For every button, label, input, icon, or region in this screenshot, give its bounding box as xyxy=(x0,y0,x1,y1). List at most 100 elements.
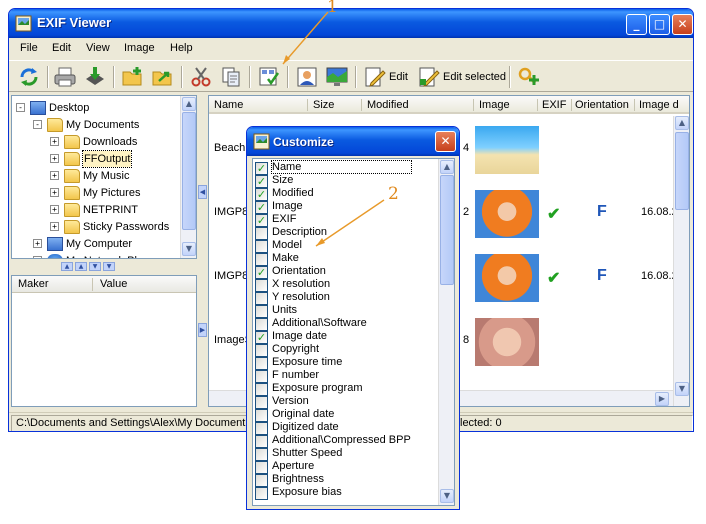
close-button[interactable]: ✕ xyxy=(672,14,693,35)
menu-edit[interactable]: Edit xyxy=(52,42,71,54)
checkbox-unchecked[interactable] xyxy=(255,370,268,383)
checkbox-unchecked[interactable] xyxy=(255,474,268,487)
tree-scrollbar[interactable]: ▲ ▼ xyxy=(180,96,196,258)
customize-columns-icon[interactable] xyxy=(257,65,281,89)
tree-item-downloads[interactable]: + Downloads xyxy=(12,134,178,150)
checkbox-unchecked[interactable] xyxy=(255,396,268,409)
col-orientation[interactable]: Orientation xyxy=(575,99,629,111)
checkbox-unchecked[interactable] xyxy=(255,240,268,253)
checkbox-checked[interactable]: ✓ xyxy=(255,162,268,175)
checkbox-checked[interactable]: ✓ xyxy=(255,188,268,201)
checkbox-unchecked[interactable] xyxy=(255,305,268,318)
expand-icon[interactable]: + xyxy=(33,256,42,258)
checklist-scroll-down-icon[interactable]: ▼ xyxy=(440,489,454,503)
tree-item-my-network-places[interactable]: + My Network Places xyxy=(12,253,178,258)
checkbox-checked[interactable]: ✓ xyxy=(255,266,268,279)
checkbox-unchecked[interactable] xyxy=(255,383,268,396)
checkbox-checked[interactable]: ✓ xyxy=(255,331,268,344)
col-size[interactable]: Size xyxy=(313,99,334,111)
col-maker[interactable]: Maker xyxy=(18,278,49,290)
menu-image[interactable]: Image xyxy=(124,42,155,54)
scroll-thumb[interactable] xyxy=(182,112,196,230)
maximize-button[interactable]: □ xyxy=(649,14,670,35)
find-icon[interactable] xyxy=(517,65,541,89)
col-image-date[interactable]: Image d xyxy=(639,99,679,111)
checkbox-checked[interactable]: ✓ xyxy=(255,214,268,227)
checkbox-unchecked[interactable] xyxy=(255,448,268,461)
thumbnail-image[interactable] xyxy=(475,318,539,366)
thumbnail-image[interactable] xyxy=(475,254,539,302)
checkbox-unchecked[interactable] xyxy=(255,409,268,422)
col-image[interactable]: Image xyxy=(479,99,510,111)
list-scroll-right-icon[interactable]: ▶ xyxy=(655,392,669,406)
col-name[interactable]: Name xyxy=(214,99,243,111)
collapse-up-icon[interactable]: ▲ xyxy=(61,262,73,271)
checkbox-unchecked[interactable] xyxy=(255,253,268,266)
checkbox-unchecked[interactable] xyxy=(255,318,268,331)
copy-icon[interactable] xyxy=(219,65,243,89)
tree-item-my-music[interactable]: + My Music xyxy=(12,168,178,184)
scroll-down-icon[interactable]: ▼ xyxy=(182,242,196,256)
checkbox-unchecked[interactable] xyxy=(255,435,268,448)
checkbox-checked[interactable]: ✓ xyxy=(255,175,268,188)
expand-icon[interactable]: + xyxy=(50,137,59,146)
vertical-splitter[interactable]: ◀ ▶ xyxy=(198,95,207,407)
collapse-left-icon[interactable]: ◀ xyxy=(198,185,207,199)
expand-icon[interactable]: + xyxy=(50,205,59,214)
expand-icon[interactable]: + xyxy=(50,171,59,180)
tree-item-sticky-passwords[interactable]: + Sticky Passwords xyxy=(12,219,178,235)
print-icon[interactable] xyxy=(53,65,77,89)
checklist-scroll-thumb[interactable] xyxy=(440,175,454,285)
list-scroll-down-icon[interactable]: ▼ xyxy=(675,382,689,396)
tree-item-my-pictures[interactable]: + My Pictures xyxy=(12,185,178,201)
checkbox-checked[interactable]: ✓ xyxy=(255,201,268,214)
title-bar[interactable]: EXIF Viewer _ □ ✕ xyxy=(9,9,693,38)
checkbox-unchecked[interactable] xyxy=(255,292,268,305)
col-exif[interactable]: EXIF xyxy=(542,99,566,111)
checkbox-unchecked[interactable] xyxy=(255,422,268,435)
menu-help[interactable]: Help xyxy=(170,42,193,54)
tree-item-ffoutput[interactable]: + FFOutput xyxy=(12,150,178,168)
save-icon[interactable] xyxy=(83,65,107,89)
checkbox-unchecked[interactable] xyxy=(255,227,268,240)
minimize-button[interactable]: _ xyxy=(626,14,647,35)
expand-icon[interactable]: + xyxy=(50,154,59,163)
checkbox-unchecked[interactable] xyxy=(255,487,268,500)
thumbnail-image[interactable] xyxy=(475,126,539,174)
user-icon[interactable] xyxy=(295,65,319,89)
tree-item-netprint[interactable]: + NETPRINT xyxy=(12,202,178,218)
edit-selected-label[interactable]: Edit selected xyxy=(443,71,506,83)
scroll-up-icon[interactable]: ▲ xyxy=(182,97,196,111)
collapse-icon[interactable]: - xyxy=(33,120,42,129)
tree-item-my-computer[interactable]: + My Computer xyxy=(12,236,178,252)
collapse-icon[interactable]: - xyxy=(16,103,25,112)
checkbox-unchecked[interactable] xyxy=(255,357,268,370)
edit-selected-icon[interactable] xyxy=(417,65,441,89)
checklist-scrollbar[interactable]: ▲ ▼ xyxy=(438,159,454,505)
col-modified[interactable]: Modified xyxy=(367,99,409,111)
expand-icon[interactable]: + xyxy=(50,222,59,231)
expand-right-icon[interactable]: ▶ xyxy=(198,323,207,337)
monitor-icon[interactable] xyxy=(325,65,349,89)
tree-item-my-documents[interactable]: - My Documents xyxy=(12,117,178,133)
new-folder-icon[interactable] xyxy=(121,65,145,89)
menu-view[interactable]: View xyxy=(86,42,110,54)
thumbnail-image[interactable] xyxy=(475,190,539,238)
cut-icon[interactable] xyxy=(189,65,213,89)
collapse-up-icon-2[interactable]: ▲ xyxy=(75,262,87,271)
expand-icon[interactable]: + xyxy=(50,188,59,197)
list-scroll-thumb[interactable] xyxy=(675,132,689,210)
pane-splitter[interactable]: ▲ ▲ ▼ ▼ xyxy=(11,261,197,273)
edit-icon[interactable] xyxy=(363,65,387,89)
dialog-title-bar[interactable]: Customize ✕ xyxy=(247,127,459,156)
folder-tree[interactable]: - Desktop - My Documents + Downloads + FFOutput… xyxy=(11,95,197,259)
checkbox-unchecked[interactable] xyxy=(255,279,268,292)
menu-file[interactable]: File xyxy=(20,42,38,54)
list-vscrollbar[interactable]: ▲ ▼ xyxy=(673,116,689,406)
column-option[interactable]: Exposure bias xyxy=(255,486,435,500)
dialog-close-button[interactable]: ✕ xyxy=(435,131,456,152)
edit-label[interactable]: Edit xyxy=(389,71,408,83)
expand-down-icon[interactable]: ▼ xyxy=(89,262,101,271)
open-folder-icon[interactable] xyxy=(151,65,175,89)
checkbox-unchecked[interactable] xyxy=(255,344,268,357)
